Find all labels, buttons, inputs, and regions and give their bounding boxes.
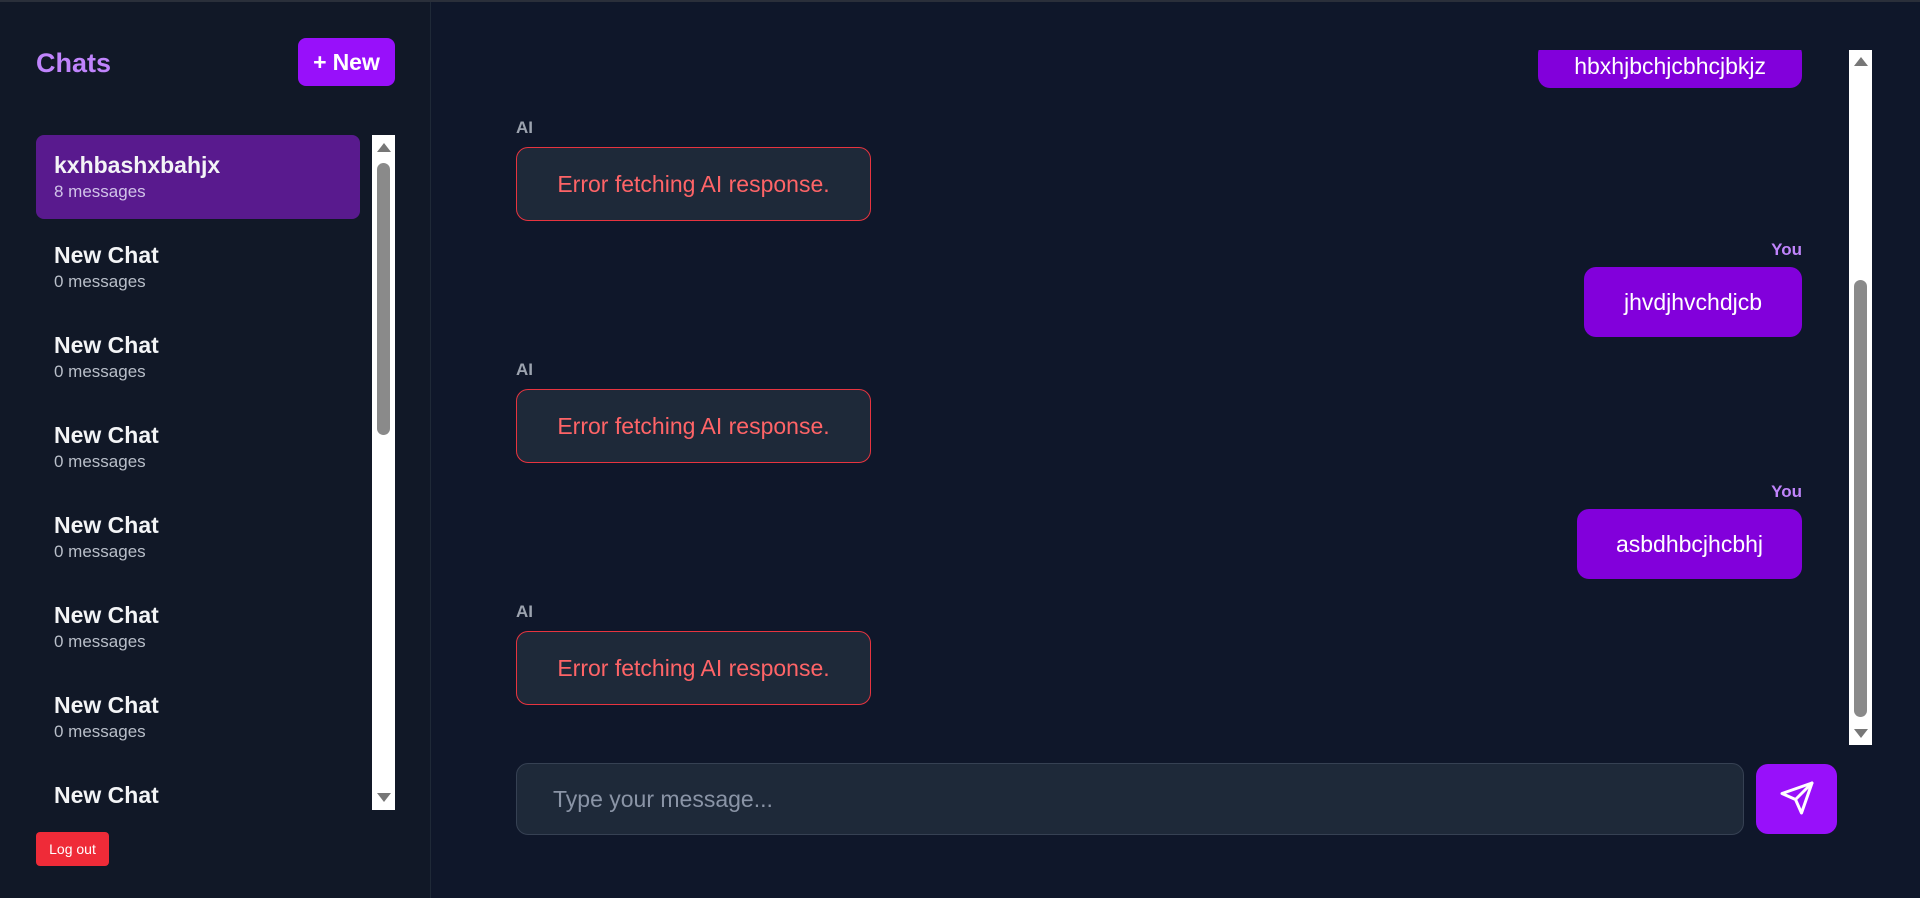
user-sender-label: You (1771, 482, 1802, 501)
ai-sender-label: AI (516, 602, 533, 621)
chat-list: kxhbashxbahjx 8 messages New Chat 0 mess… (36, 135, 360, 810)
chat-list-item[interactable]: New Chat 0 messages (36, 405, 360, 489)
scroll-down-arrow-icon[interactable] (377, 793, 391, 802)
chat-list-scrollbar[interactable] (372, 135, 395, 810)
chat-list-item[interactable]: New Chat (36, 765, 360, 810)
messages-area: hbxhjbchjcbhcjbkjz AI Error fetching AI … (431, 50, 1849, 745)
scroll-up-arrow-icon[interactable] (1854, 57, 1868, 66)
user-message-bubble: asbdhbcjhcbhj (1577, 509, 1802, 579)
chat-list-item[interactable]: New Chat 0 messages (36, 225, 360, 309)
scroll-up-arrow-icon[interactable] (377, 143, 391, 152)
chat-item-count: 8 messages (54, 182, 146, 201)
chat-list-item[interactable]: New Chat 0 messages (36, 315, 360, 399)
chat-item-title: New Chat (54, 512, 159, 538)
chat-item-title: New Chat (54, 422, 159, 448)
chat-item-count: 0 messages (54, 452, 146, 471)
logout-button[interactable]: Log out (36, 832, 109, 866)
plus-icon: + (313, 48, 327, 75)
user-sender-label: You (1771, 240, 1802, 259)
message-input-wrapper (516, 763, 1744, 835)
sidebar-title: Chats (36, 48, 112, 78)
ai-error-bubble: Error fetching AI response. (516, 631, 871, 705)
ai-error-bubble: Error fetching AI response. (516, 147, 871, 221)
ai-sender-label: AI (516, 360, 533, 379)
user-message-bubble: jhvdjhvchdjcb (1584, 267, 1802, 337)
chat-list-item[interactable]: New Chat 0 messages (36, 495, 360, 579)
scrollbar-thumb[interactable] (377, 163, 390, 435)
sidebar: Chats + New kxhbashxbahjx 8 messages New… (0, 2, 431, 898)
chat-item-count: 0 messages (54, 542, 146, 561)
chat-item-title: New Chat (54, 602, 159, 628)
message-input[interactable] (517, 764, 1743, 834)
chat-item-count: 0 messages (54, 722, 146, 741)
chat-item-count: 0 messages (54, 272, 146, 291)
chat-list-viewport: kxhbashxbahjx 8 messages New Chat 0 mess… (36, 135, 395, 810)
chat-item-count: 0 messages (54, 362, 146, 381)
send-button[interactable] (1756, 764, 1837, 834)
chat-item-title: New Chat (54, 332, 159, 358)
chat-main: hbxhjbchjcbhcjbkjz AI Error fetching AI … (431, 2, 1920, 898)
chat-item-title: New Chat (54, 782, 159, 808)
user-message-bubble: hbxhjbchjcbhcjbkjz (1538, 50, 1802, 88)
scrollbar-thumb[interactable] (1854, 280, 1867, 717)
ai-sender-label: AI (516, 118, 533, 137)
chat-item-title: New Chat (54, 242, 159, 268)
chat-item-title: kxhbashxbahjx (54, 152, 221, 178)
chat-item-title: New Chat (54, 692, 159, 718)
scroll-down-arrow-icon[interactable] (1854, 729, 1868, 738)
chat-list-item[interactable]: New Chat 0 messages (36, 675, 360, 759)
messages-scrollbar[interactable] (1849, 50, 1872, 745)
ai-error-bubble: Error fetching AI response. (516, 389, 871, 463)
chat-list-item[interactable]: kxhbashxbahjx 8 messages (36, 135, 360, 219)
chat-list-item[interactable]: New Chat 0 messages (36, 585, 360, 669)
new-chat-button[interactable]: + New (298, 38, 395, 86)
chat-item-count: 0 messages (54, 632, 146, 651)
new-chat-label: New (332, 48, 380, 75)
paper-plane-icon (1779, 780, 1815, 819)
